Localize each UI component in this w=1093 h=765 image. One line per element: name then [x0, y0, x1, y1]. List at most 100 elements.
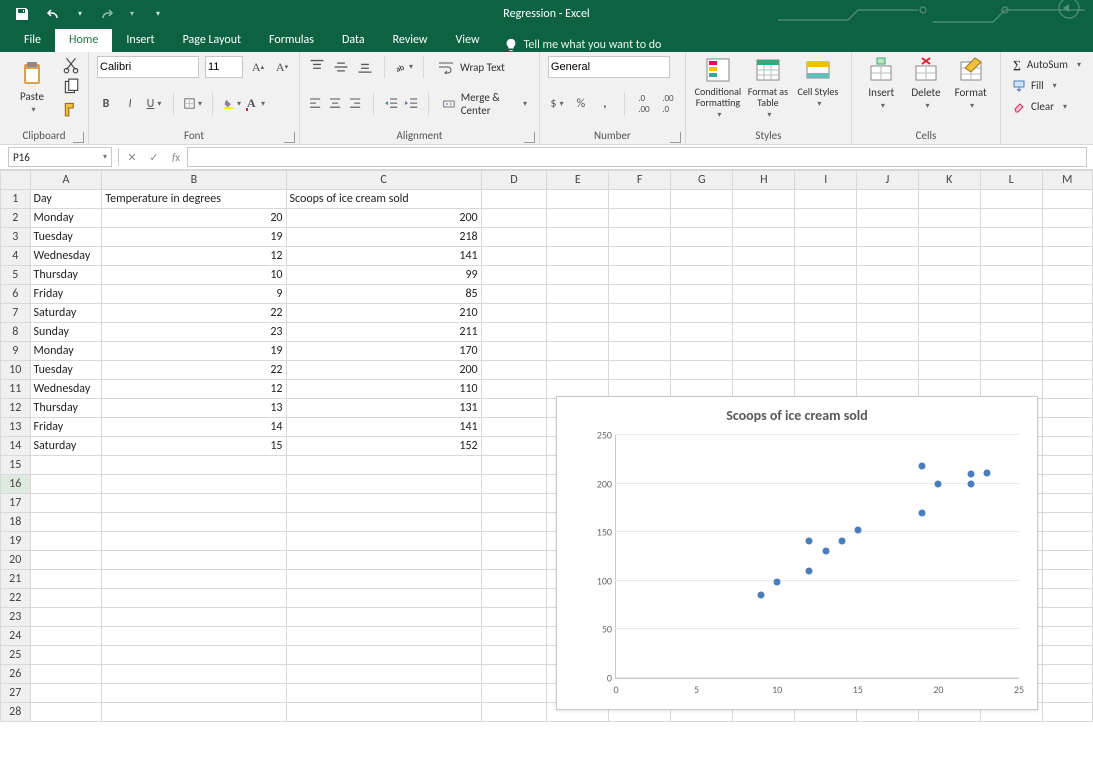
row-header[interactable]: 25 — [1, 646, 31, 665]
merge-center-button[interactable]: Merge & Center — [439, 89, 531, 119]
cell[interactable] — [733, 342, 795, 361]
cell[interactable] — [481, 665, 547, 684]
cell[interactable] — [857, 190, 919, 209]
italic-button[interactable]: I — [121, 95, 139, 113]
row-header[interactable]: 18 — [1, 513, 31, 532]
dialog-launcher-icon[interactable] — [524, 132, 535, 143]
col-header[interactable]: C — [286, 171, 481, 190]
cell[interactable] — [795, 285, 857, 304]
row-header[interactable]: 20 — [1, 551, 31, 570]
cell[interactable] — [795, 266, 857, 285]
cell[interactable] — [1042, 513, 1092, 532]
row-header[interactable]: 19 — [1, 532, 31, 551]
cell[interactable] — [1042, 437, 1092, 456]
cell[interactable] — [980, 209, 1042, 228]
cell[interactable] — [30, 627, 102, 646]
cell[interactable] — [918, 190, 980, 209]
cell[interactable] — [733, 247, 795, 266]
cell[interactable]: 170 — [286, 342, 481, 361]
cell[interactable] — [102, 456, 286, 475]
cell[interactable]: 85 — [286, 285, 481, 304]
cell[interactable] — [481, 190, 547, 209]
cell[interactable] — [733, 228, 795, 247]
cell[interactable]: 218 — [286, 228, 481, 247]
cell[interactable]: Day — [30, 190, 102, 209]
dialog-launcher-icon[interactable] — [670, 132, 681, 143]
cell[interactable] — [1042, 551, 1092, 570]
cell[interactable] — [481, 646, 547, 665]
cell[interactable] — [671, 228, 733, 247]
cell[interactable] — [547, 361, 609, 380]
orientation-icon[interactable]: ab — [395, 58, 413, 76]
cell[interactable] — [1042, 399, 1092, 418]
row-header[interactable]: 16 — [1, 475, 31, 494]
cell[interactable] — [980, 266, 1042, 285]
cell[interactable] — [30, 646, 102, 665]
cell[interactable]: 22 — [102, 361, 286, 380]
cell[interactable] — [481, 475, 547, 494]
cell[interactable] — [102, 570, 286, 589]
cell[interactable] — [30, 513, 102, 532]
col-header[interactable]: H — [733, 171, 795, 190]
borders-button[interactable] — [184, 95, 202, 113]
font-color-button[interactable]: A — [247, 95, 265, 113]
row-header[interactable]: 15 — [1, 456, 31, 475]
cell[interactable] — [102, 665, 286, 684]
cell[interactable]: Scoops of ice cream sold — [286, 190, 481, 209]
cell[interactable] — [547, 247, 609, 266]
cell[interactable] — [918, 247, 980, 266]
row-header[interactable]: 14 — [1, 437, 31, 456]
format-cells-button[interactable]: Format — [949, 56, 992, 111]
cell[interactable] — [795, 209, 857, 228]
redo-icon[interactable] — [98, 6, 114, 22]
cell[interactable] — [481, 399, 547, 418]
grow-font-icon[interactable]: A▴ — [249, 58, 267, 76]
cell[interactable]: Monday — [30, 342, 102, 361]
cell[interactable] — [286, 456, 481, 475]
cell[interactable] — [609, 190, 671, 209]
cell[interactable] — [30, 608, 102, 627]
cell[interactable] — [980, 342, 1042, 361]
cell[interactable] — [286, 646, 481, 665]
tab-home[interactable]: Home — [55, 29, 112, 52]
number-format-select[interactable] — [548, 56, 670, 78]
cell[interactable] — [286, 684, 481, 703]
col-header[interactable]: J — [857, 171, 919, 190]
cell[interactable] — [733, 266, 795, 285]
formula-input[interactable] — [187, 147, 1087, 167]
cell[interactable] — [609, 304, 671, 323]
cell[interactable]: Thursday — [30, 399, 102, 418]
cell[interactable]: 200 — [286, 209, 481, 228]
cell[interactable] — [857, 361, 919, 380]
save-icon[interactable] — [14, 6, 30, 22]
cell[interactable] — [1042, 494, 1092, 513]
cell[interactable] — [980, 247, 1042, 266]
col-header[interactable]: I — [795, 171, 857, 190]
cell[interactable] — [286, 513, 481, 532]
cell[interactable]: 110 — [286, 380, 481, 399]
cell[interactable]: Tuesday — [30, 228, 102, 247]
cell[interactable]: 141 — [286, 418, 481, 437]
autosum-button[interactable]: ∑AutoSum — [1009, 56, 1085, 73]
fx-icon[interactable]: fx — [165, 151, 187, 164]
cell[interactable]: 14 — [102, 418, 286, 437]
cell[interactable] — [30, 494, 102, 513]
cell[interactable] — [286, 589, 481, 608]
cell[interactable]: 131 — [286, 399, 481, 418]
cell[interactable] — [547, 304, 609, 323]
cell[interactable]: 20 — [102, 209, 286, 228]
cell[interactable] — [30, 570, 102, 589]
row-header[interactable]: 27 — [1, 684, 31, 703]
cell[interactable] — [733, 209, 795, 228]
cell[interactable] — [481, 532, 547, 551]
cell[interactable] — [481, 247, 547, 266]
cell[interactable]: 10 — [102, 266, 286, 285]
cell[interactable] — [795, 190, 857, 209]
cell[interactable] — [102, 513, 286, 532]
cell[interactable] — [1042, 228, 1092, 247]
cell[interactable] — [1042, 209, 1092, 228]
row-header[interactable]: 11 — [1, 380, 31, 399]
cell[interactable] — [1042, 323, 1092, 342]
cell[interactable]: 19 — [102, 228, 286, 247]
cell[interactable] — [1042, 266, 1092, 285]
